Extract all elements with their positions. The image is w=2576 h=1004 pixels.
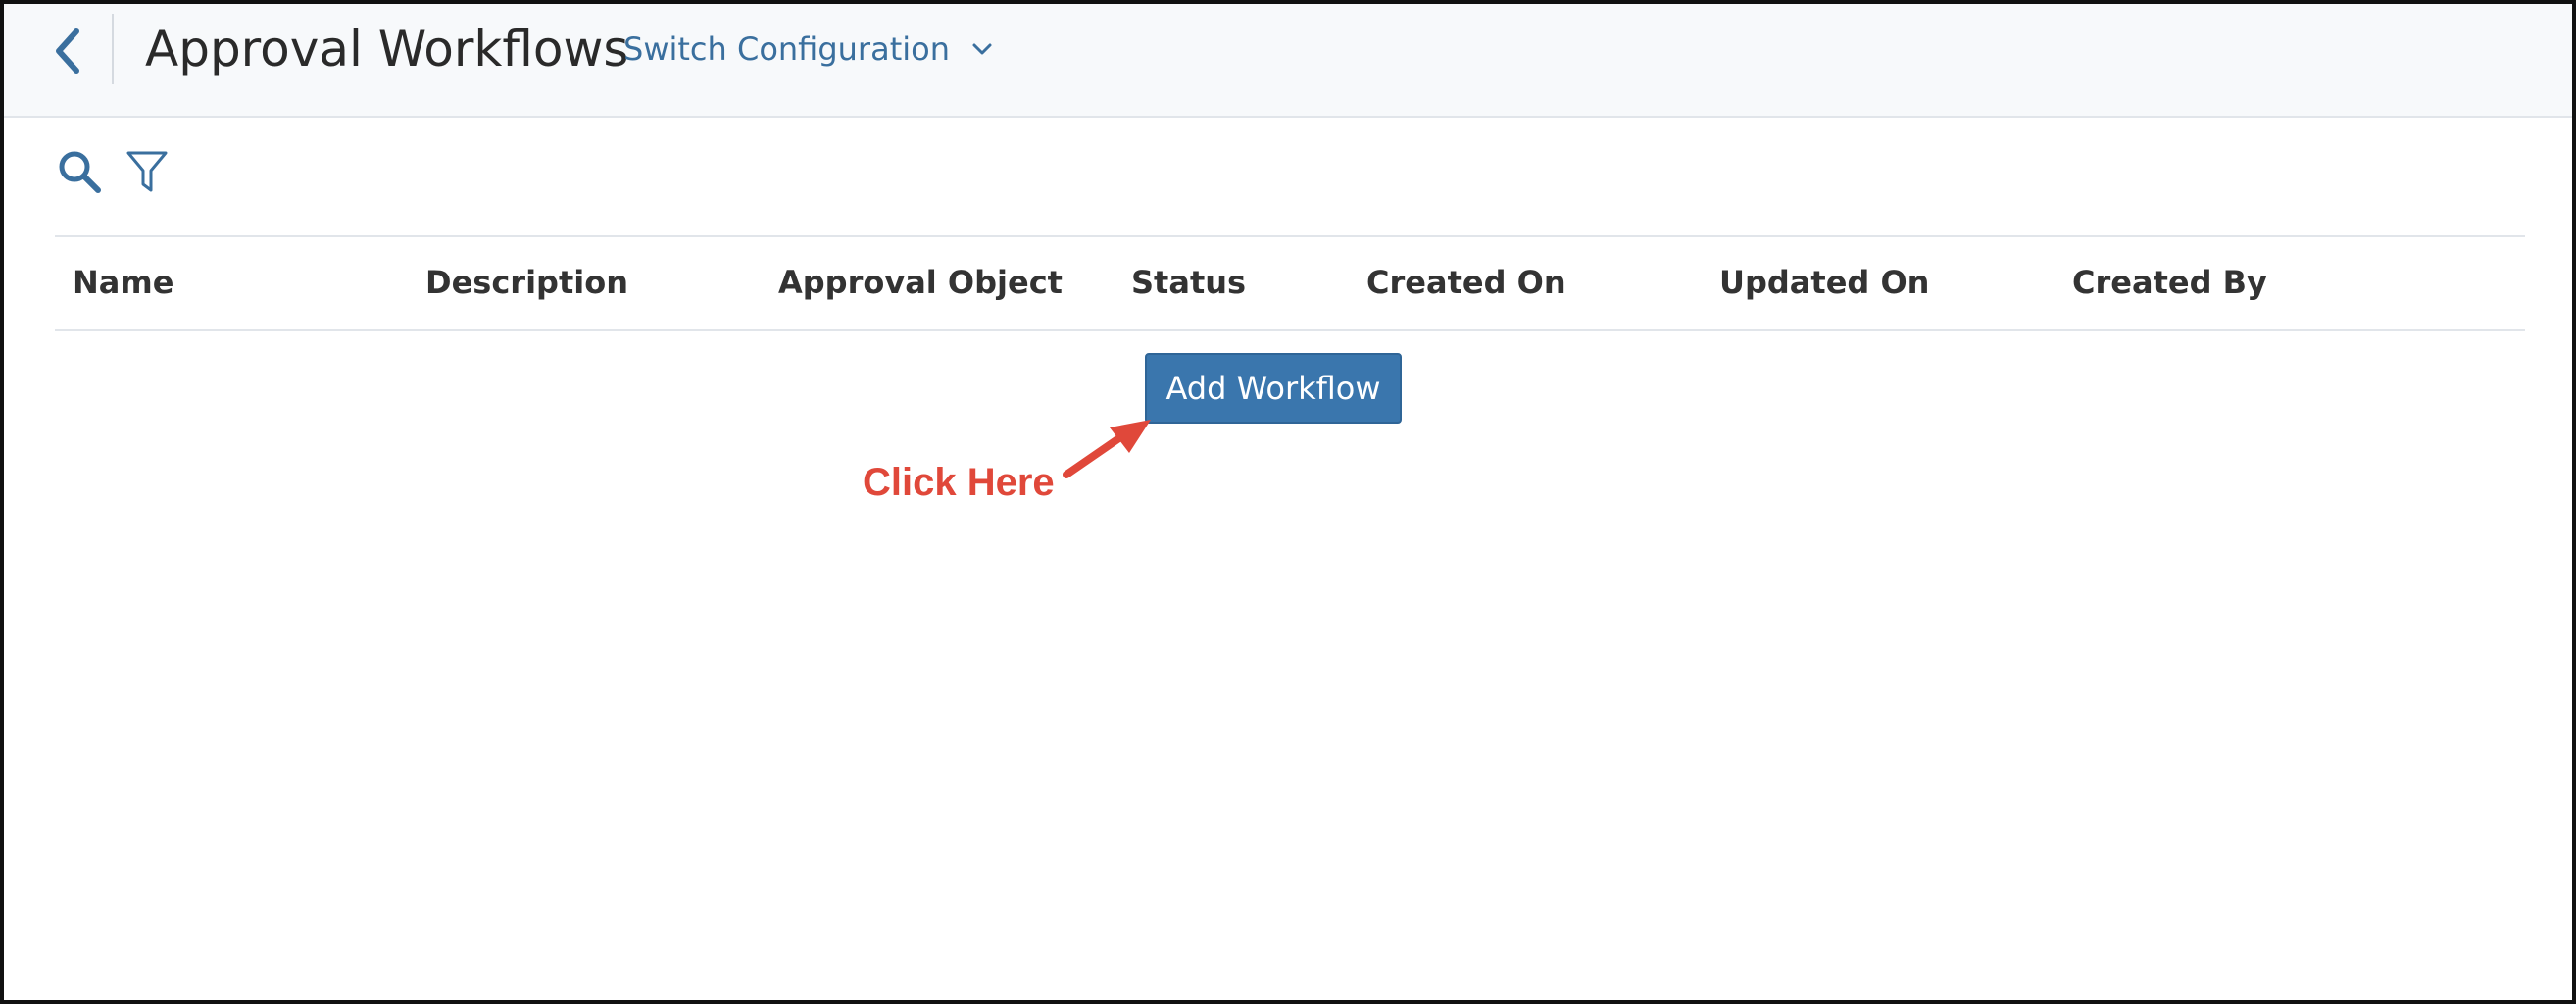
column-header-updated-on[interactable]: Updated On xyxy=(1719,263,1929,302)
annotation-label: Click Here xyxy=(863,461,1055,504)
chevron-down-icon xyxy=(972,43,992,55)
column-header-name[interactable]: Name xyxy=(73,263,173,302)
filter-icon[interactable] xyxy=(125,149,169,194)
switch-configuration-dropdown[interactable]: Switch Configuration xyxy=(623,29,993,69)
table-divider xyxy=(55,329,2525,331)
column-header-approval-object[interactable]: Approval Object xyxy=(778,263,1063,302)
page-title: Approval Workflows xyxy=(145,21,629,77)
page-header: Approval Workflows Switch Configuration xyxy=(4,4,2572,118)
column-header-description[interactable]: Description xyxy=(425,263,628,302)
column-header-created-by[interactable]: Created By xyxy=(2072,263,2267,302)
switch-configuration-label: Switch Configuration xyxy=(623,30,950,68)
column-header-status[interactable]: Status xyxy=(1131,263,1246,302)
chevron-left-icon[interactable] xyxy=(49,24,88,78)
app-window: Approval Workflows Switch Configuration … xyxy=(0,0,2576,1004)
search-icon[interactable] xyxy=(57,149,102,194)
annotation-arrow-icon xyxy=(1063,420,1151,478)
add-workflow-button[interactable]: Add Workflow xyxy=(1145,353,1402,424)
column-header-created-on[interactable]: Created On xyxy=(1366,263,1566,302)
header-divider xyxy=(112,14,114,84)
table-divider xyxy=(55,235,2525,237)
